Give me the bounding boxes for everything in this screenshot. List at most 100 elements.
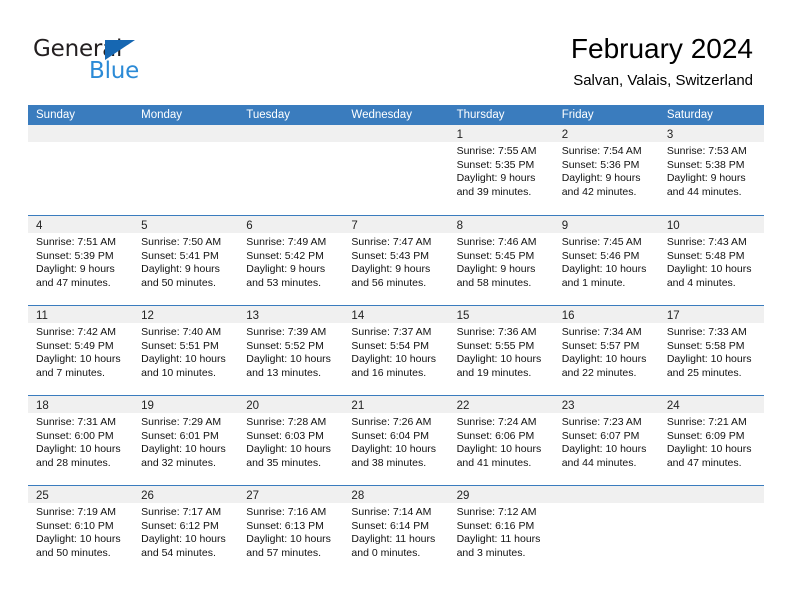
day-cell[interactable]: 19 Sunrise: 7:29 AM Sunset: 6:01 PM Dayligh…: [133, 396, 239, 485]
day-number-band: 3: [658, 125, 764, 142]
day-details: Sunrise: 7:33 AM Sunset: 5:58 PM Daylight:…: [659, 323, 764, 380]
weekday-header-friday: Friday: [561, 109, 594, 121]
day-cell[interactable]: 21 Sunrise: 7:26 AM Sunset: 6:04 PM Dayligh…: [343, 396, 449, 485]
day-cell[interactable]: 1 Sunrise: 7:55 AM Sunset: 5:35 PM Daylight…: [448, 125, 554, 215]
day-detail-line: and 38 minutes.: [351, 456, 427, 469]
day-detail-line: and 0 minutes.: [351, 546, 421, 559]
day-number-band: 20: [238, 396, 344, 413]
day-cell[interactable]: 9 Sunrise: 7:45 AM Sunset: 5:46 PM Daylight…: [553, 216, 659, 305]
day-details: Sunrise: 7:36 AM Sunset: 5:55 PM Daylight:…: [449, 323, 554, 380]
day-cell[interactable]: 20 Sunrise: 7:28 AM Sunset: 6:03 PM Dayligh…: [238, 396, 344, 485]
day-details: Sunrise: 7:49 AM Sunset: 5:42 PM Daylight:…: [238, 233, 343, 290]
day-number-band: [553, 486, 659, 503]
day-number-band: 9: [553, 216, 659, 233]
day-detail-line: Sunrise: 7:39 AM: [246, 326, 327, 338]
calendar-week-row: 25 Sunrise: 7:19 AM Sunset: 6:10 PM Dayligh…: [28, 485, 764, 575]
day-detail-line: Sunrise: 7:54 AM: [561, 145, 642, 157]
weekday-header-tuesday: Tuesday: [246, 109, 290, 121]
day-number: 2: [561, 129, 569, 141]
day-number-band: 13: [238, 306, 344, 323]
day-detail-line: Sunset: 6:00 PM: [36, 429, 114, 442]
day-detail-line: Daylight: 11 hours: [351, 533, 436, 546]
weekday-header-monday: Monday: [141, 109, 183, 121]
day-detail-line: Sunrise: 7:37 AM: [351, 326, 432, 338]
day-detail-line: Sunrise: 7:55 AM: [456, 145, 537, 157]
day-detail-line: Sunrise: 7:33 AM: [666, 326, 747, 338]
day-number: 8: [456, 220, 463, 232]
day-number-band: 14: [343, 306, 449, 323]
day-detail-line: Daylight: 10 hours: [666, 443, 752, 456]
day-detail-line: and 32 minutes.: [141, 456, 216, 469]
day-cell[interactable]: 27 Sunrise: 7:16 AM Sunset: 6:13 PM Dayligh…: [238, 486, 344, 575]
day-detail-line: and 56 minutes.: [351, 276, 427, 289]
day-details: Sunrise: 7:43 AM Sunset: 5:48 PM Daylight:…: [659, 233, 764, 290]
day-detail-line: Sunset: 6:07 PM: [561, 429, 640, 442]
day-cell[interactable]: 7 Sunrise: 7:47 AM Sunset: 5:43 PM Daylight…: [343, 216, 449, 305]
day-cell[interactable]: 5 Sunrise: 7:50 AM Sunset: 5:41 PM Daylight…: [133, 216, 239, 305]
day-details: Sunrise: 7:39 AM Sunset: 5:52 PM Daylight:…: [238, 323, 343, 380]
day-number-band: [343, 125, 449, 142]
day-details: Sunrise: 7:23 AM Sunset: 6:07 PM Daylight:…: [554, 413, 659, 470]
day-cell[interactable]: 12 Sunrise: 7:40 AM Sunset: 5:51 PM Dayligh…: [133, 306, 239, 395]
day-number-band: 8: [448, 216, 554, 233]
day-cell[interactable]: 29 Sunrise: 7:12 AM Sunset: 6:16 PM Dayligh…: [448, 486, 554, 575]
logo-text-blue: Blue: [89, 58, 140, 84]
day-cell[interactable]: 16 Sunrise: 7:34 AM Sunset: 5:57 PM Dayligh…: [553, 306, 659, 395]
day-detail-line: Daylight: 10 hours: [666, 353, 752, 366]
weekday-header-wednesday: Wednesday: [351, 109, 412, 121]
day-detail-line: Daylight: 10 hours: [456, 353, 542, 366]
day-details: Sunrise: 7:17 AM Sunset: 6:12 PM Daylight:…: [133, 503, 238, 560]
day-detail-line: and 39 minutes.: [456, 185, 532, 198]
day-detail-line: and 44 minutes.: [666, 185, 742, 198]
day-number: 3: [666, 129, 674, 141]
day-detail-line: Sunset: 5:45 PM: [456, 249, 535, 262]
day-details: [133, 142, 238, 145]
calendar-grid: Sunday Monday Tuesday Wednesday Thursday Frid…: [28, 105, 764, 575]
day-cell[interactable]: 24 Sunrise: 7:21 AM Sunset: 6:09 PM Dayligh…: [658, 396, 764, 485]
day-number: 18: [36, 400, 49, 412]
day-detail-line: Sunrise: 7:36 AM: [456, 326, 537, 338]
day-number-band: 1: [448, 125, 554, 142]
day-detail-line: and 44 minutes.: [561, 456, 637, 469]
day-number: 20: [246, 400, 260, 412]
day-detail-line: Sunrise: 7:49 AM: [246, 236, 327, 248]
day-detail-line: Daylight: 10 hours: [561, 443, 647, 456]
day-cell[interactable]: 22 Sunrise: 7:24 AM Sunset: 6:06 PM Dayligh…: [448, 396, 554, 485]
day-cell[interactable]: 17 Sunrise: 7:33 AM Sunset: 5:58 PM Dayligh…: [658, 306, 764, 395]
day-cell[interactable]: 13 Sunrise: 7:39 AM Sunset: 5:52 PM Dayligh…: [238, 306, 344, 395]
page-subtitle: Salvan, Valais, Switzerland: [573, 72, 753, 89]
day-number-band: 23: [553, 396, 659, 413]
day-detail-line: Daylight: 11 hours: [456, 533, 541, 546]
day-detail-line: Sunrise: 7:12 AM: [456, 506, 537, 518]
day-cell[interactable]: 14 Sunrise: 7:37 AM Sunset: 5:54 PM Dayligh…: [343, 306, 449, 395]
day-number-band: 25: [28, 486, 134, 503]
day-cell[interactable]: 15 Sunrise: 7:36 AM Sunset: 5:55 PM Dayligh…: [448, 306, 554, 395]
day-cell[interactable]: 26 Sunrise: 7:17 AM Sunset: 6:12 PM Dayligh…: [133, 486, 239, 575]
day-number-band: [28, 125, 134, 142]
day-details: Sunrise: 7:19 AM Sunset: 6:10 PM Daylight:…: [28, 503, 133, 560]
day-cell[interactable]: 18 Sunrise: 7:31 AM Sunset: 6:00 PM Dayligh…: [28, 396, 134, 485]
page-header: General Blue February 2024 Salvan, Valai…: [0, 0, 792, 104]
day-details: Sunrise: 7:29 AM Sunset: 6:01 PM Daylight:…: [133, 413, 238, 470]
day-detail-line: and 3 minutes.: [456, 546, 526, 559]
day-detail-line: Sunrise: 7:40 AM: [141, 326, 222, 338]
day-detail-line: Sunset: 6:10 PM: [36, 519, 114, 532]
day-detail-line: Daylight: 10 hours: [141, 353, 226, 366]
day-cell[interactable]: 28 Sunrise: 7:14 AM Sunset: 6:14 PM Dayligh…: [343, 486, 449, 575]
day-cell[interactable]: 10 Sunrise: 7:43 AM Sunset: 5:48 PM Dayligh…: [658, 216, 764, 305]
day-cell[interactable]: 11 Sunrise: 7:42 AM Sunset: 5:49 PM Dayligh…: [28, 306, 134, 395]
day-cell[interactable]: 3 Sunrise: 7:53 AM Sunset: 5:38 PM Daylight…: [658, 125, 764, 215]
day-number-band: 28: [343, 486, 449, 503]
day-cell-empty: [133, 125, 239, 215]
day-detail-line: and 28 minutes.: [36, 456, 111, 469]
day-cell[interactable]: 8 Sunrise: 7:46 AM Sunset: 5:45 PM Daylight…: [448, 216, 554, 305]
day-cell[interactable]: 23 Sunrise: 7:23 AM Sunset: 6:07 PM Dayligh…: [553, 396, 659, 485]
calendar-week-row: 11 Sunrise: 7:42 AM Sunset: 5:49 PM Dayligh…: [28, 305, 764, 395]
day-cell[interactable]: 25 Sunrise: 7:19 AM Sunset: 6:10 PM Dayligh…: [28, 486, 134, 575]
day-detail-line: Sunrise: 7:47 AM: [351, 236, 432, 248]
day-detail-line: Sunset: 6:12 PM: [141, 519, 219, 532]
day-cell[interactable]: 2 Sunrise: 7:54 AM Sunset: 5:36 PM Daylight…: [553, 125, 659, 215]
day-cell[interactable]: 6 Sunrise: 7:49 AM Sunset: 5:42 PM Daylight…: [238, 216, 344, 305]
day-cell[interactable]: 4 Sunrise: 7:51 AM Sunset: 5:39 PM Daylight…: [28, 216, 134, 305]
day-detail-line: Daylight: 10 hours: [246, 443, 331, 456]
